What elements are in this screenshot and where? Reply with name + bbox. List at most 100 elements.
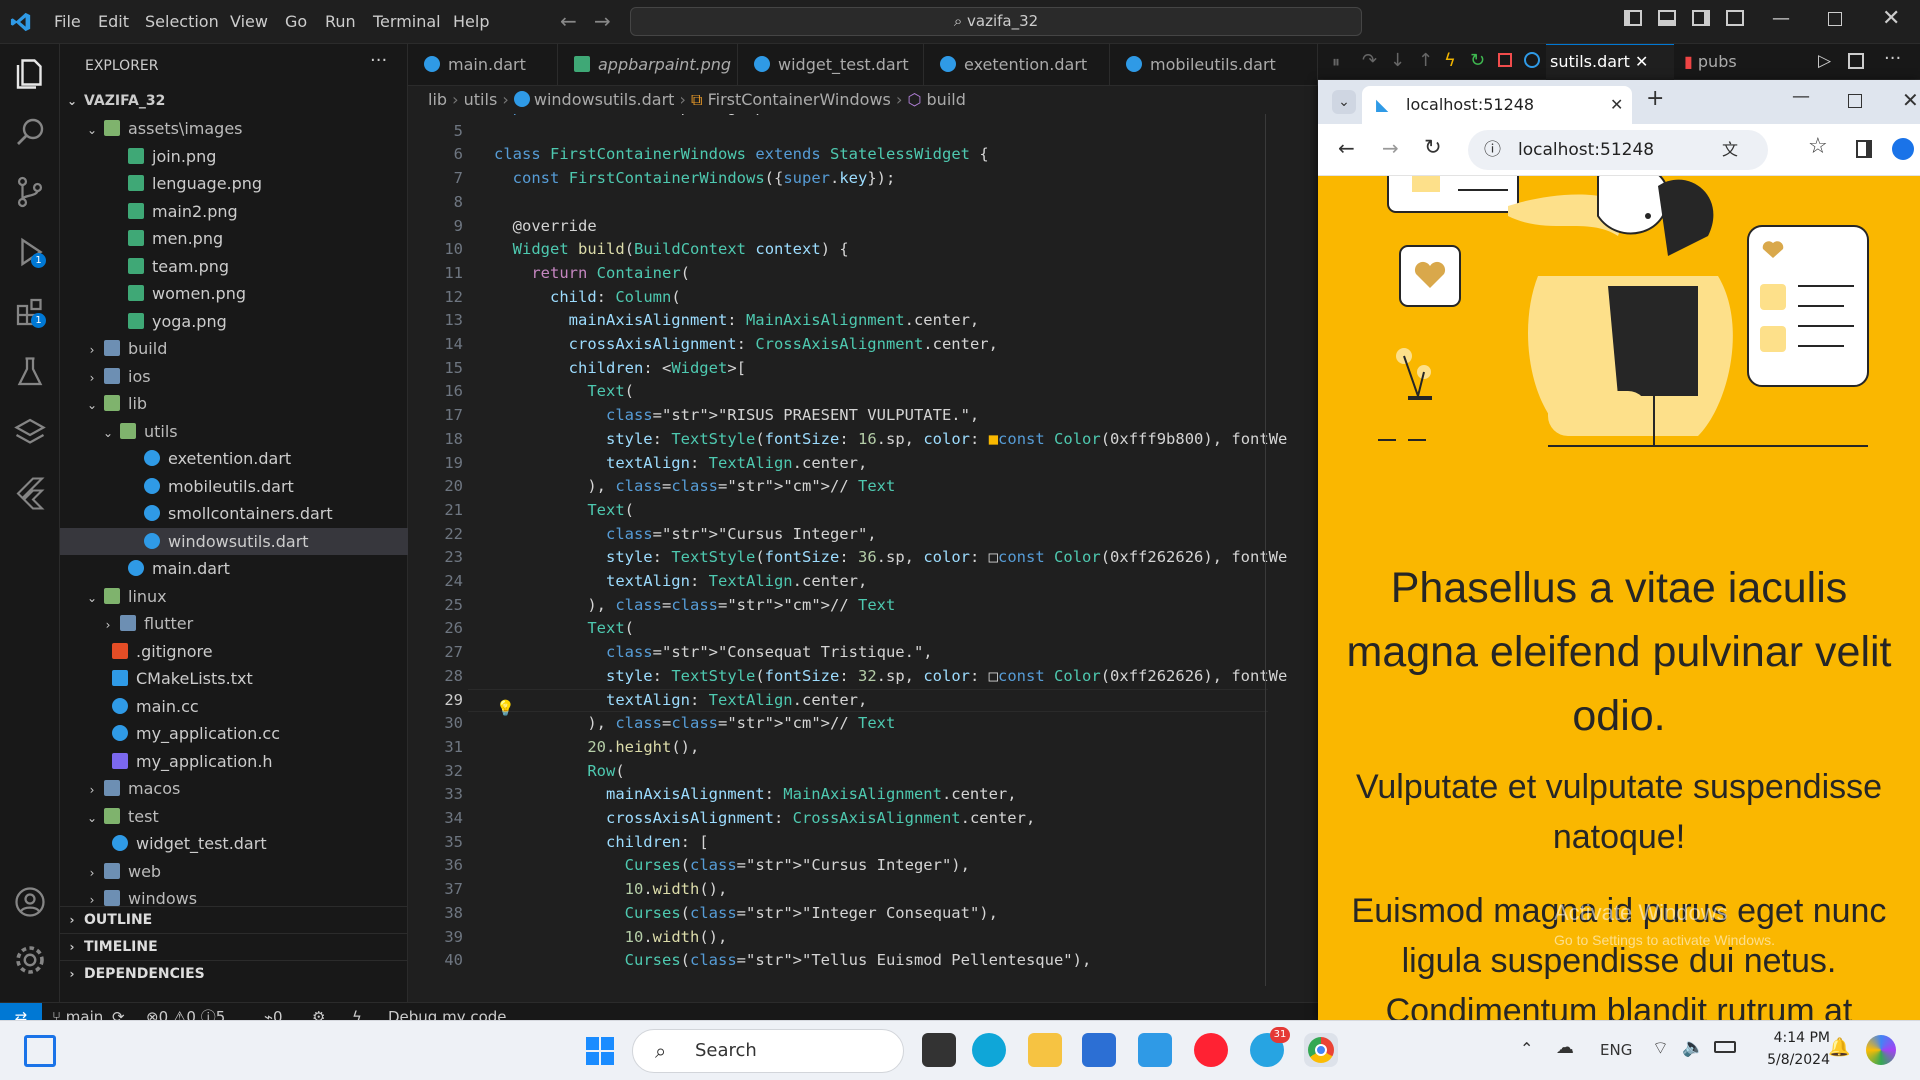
devtools-icon[interactable] — [1524, 52, 1540, 68]
widgets-icon[interactable] — [24, 1035, 56, 1067]
customize-layout-icon[interactable] — [1726, 10, 1744, 26]
code-line[interactable]: crossAxisAlignment: CrossAxisAlignment.c… — [494, 333, 998, 357]
tab-search-icon[interactable]: ⌄ — [1332, 90, 1356, 114]
breadcrumb-class[interactable]: FirstContainerWindows — [708, 90, 891, 109]
bookmark-star-icon[interactable]: ☆ — [1808, 134, 1828, 159]
code-line[interactable]: Text( — [494, 499, 634, 523]
editor-more-icon[interactable]: ··· — [1884, 48, 1901, 69]
tree-item[interactable]: men.png — [60, 225, 408, 252]
tree-item[interactable]: main.dart — [60, 555, 408, 582]
battery-icon[interactable] — [1714, 1041, 1736, 1053]
tree-item[interactable]: smollcontainers.dart — [60, 500, 408, 527]
tree-item[interactable]: › build — [60, 335, 408, 362]
tree-item[interactable]: windowsutils.dart — [60, 527, 408, 555]
breadcrumb-file[interactable]: windowsutils.dart — [534, 90, 675, 109]
menu-edit[interactable]: Edit — [98, 12, 129, 31]
menu-run[interactable]: Run — [325, 12, 356, 31]
maximize-icon[interactable] — [1848, 94, 1862, 108]
network-activity-icon[interactable]: ☁ — [1556, 1037, 1574, 1058]
tree-item[interactable]: women.png — [60, 280, 408, 307]
translate-icon[interactable]: 文 — [1722, 130, 1738, 170]
back-arrow-icon[interactable]: ← — [560, 9, 577, 33]
code-line[interactable]: style: TextStyle(fontSize: 36.sp, color:… — [494, 546, 1287, 570]
code-line[interactable]: 10.width(), — [494, 926, 728, 950]
stop-icon[interactable] — [1498, 53, 1512, 67]
tree-item[interactable]: ⌄ assets\images — [60, 115, 408, 142]
tree-item[interactable]: lenguage.png — [60, 170, 408, 197]
new-tab-icon[interactable]: + — [1646, 86, 1664, 111]
taskbar-search[interactable]: ⌕ Search — [632, 1029, 904, 1073]
tab-widget-test[interactable]: widget_test.dart — [738, 44, 924, 86]
profile-avatar[interactable] — [1892, 138, 1914, 160]
step-into-icon[interactable]: ↓ — [1390, 50, 1405, 71]
hot-reload-icon[interactable]: ϟ — [1444, 50, 1456, 71]
explorer-icon[interactable] — [12, 56, 48, 92]
tab-exetention[interactable]: exetention.dart — [924, 44, 1110, 86]
code-line[interactable]: class="str">"Cursus Integer", — [494, 523, 877, 547]
tree-item[interactable]: › web — [60, 858, 408, 885]
menu-view[interactable]: View — [230, 12, 268, 31]
tree-item[interactable]: › macos — [60, 775, 408, 802]
maximize-icon[interactable] — [1828, 12, 1842, 26]
code-line[interactable]: Curses(class="str">"Integer Consequat"), — [494, 902, 998, 926]
vscode-taskbar-icon[interactable] — [1138, 1033, 1172, 1067]
tree-item[interactable]: › ios — [60, 363, 408, 390]
code-line[interactable]: ), class=class="str">"cm">// Text — [494, 475, 895, 499]
tree-item[interactable]: › flutter — [60, 610, 408, 637]
code-line[interactable]: ), class=class="str">"cm">// Text — [494, 594, 895, 618]
tree-item[interactable]: main2.png — [60, 198, 408, 225]
search-view-icon[interactable] — [12, 114, 48, 150]
close-window-icon[interactable]: ✕ — [1902, 88, 1919, 112]
code-line[interactable]: Row( — [494, 760, 624, 784]
side-panel-icon[interactable] — [1856, 140, 1872, 158]
tab-appbarpaint[interactable]: appbarpaint.png — [558, 44, 738, 86]
tree-item[interactable]: ⌄ utils — [60, 418, 408, 445]
code-line[interactable]: 10.width(), — [494, 878, 728, 902]
reload-icon[interactable]: ↻ — [1424, 135, 1442, 159]
code-line[interactable]: return Container( — [494, 262, 690, 286]
tree-item[interactable]: ⌄ test — [60, 803, 408, 830]
forward-icon[interactable]: → — [1382, 136, 1399, 160]
restart-icon[interactable]: ↻ — [1470, 50, 1485, 71]
workspace-root[interactable]: ⌄ VAZIFA_32 — [60, 88, 408, 115]
tree-item[interactable]: CMakeLists.txt — [60, 665, 408, 692]
split-editor-icon[interactable] — [1848, 53, 1864, 69]
code-line[interactable]: Curses(class="str">"Tellus Euismod Pelle… — [494, 949, 1092, 973]
minimize-icon[interactable]: — — [1792, 86, 1810, 107]
section-dependencies[interactable]: › DEPENDENCIES — [60, 960, 408, 987]
tab-pubspec[interactable]: ▮ pubs — [1684, 44, 1754, 80]
menu-terminal[interactable]: Terminal — [373, 12, 441, 31]
chrome-icon[interactable] — [1304, 1033, 1338, 1067]
toggle-secondary-sidebar-icon[interactable] — [1692, 10, 1710, 26]
store-icon[interactable] — [1082, 1033, 1116, 1067]
code-line[interactable]: class="str">"Consequat Tristique.", — [494, 641, 933, 665]
task-view-icon[interactable] — [922, 1033, 956, 1067]
code-line[interactable]: ), class=class="str">"cm">// Text — [494, 712, 895, 736]
breadcrumb-method[interactable]: build — [927, 90, 966, 109]
code-line[interactable]: 20.height(), — [494, 736, 699, 760]
tree-item[interactable]: my_application.cc — [60, 720, 408, 747]
menu-go[interactable]: Go — [285, 12, 307, 31]
run-file-icon[interactable]: ▷ — [1818, 51, 1831, 71]
layers-icon[interactable] — [12, 414, 48, 450]
edge-icon[interactable] — [972, 1033, 1006, 1067]
start-icon[interactable] — [584, 1035, 616, 1067]
tree-item[interactable]: widget_test.dart — [60, 830, 408, 857]
menu-help[interactable]: Help — [453, 12, 489, 31]
tree-item[interactable]: exetention.dart — [60, 445, 408, 472]
code-editor[interactable]: 4import class="str">'package:paint/utils… — [408, 114, 1318, 986]
tree-item[interactable]: yoga.png — [60, 308, 408, 335]
more-actions-icon[interactable]: ··· — [370, 50, 387, 71]
tree-item[interactable]: ⌄ lib — [60, 390, 408, 417]
code-line[interactable]: mainAxisAlignment: MainAxisAlignment.cen… — [494, 783, 1017, 807]
tab-mobileutils[interactable]: mobileutils.dart — [1110, 44, 1318, 86]
code-line[interactable]: child: Column( — [494, 286, 681, 310]
breadcrumb-lib[interactable]: lib — [428, 90, 447, 109]
tree-item[interactable]: main.cc — [60, 693, 408, 720]
tree-item[interactable]: team.png — [60, 253, 408, 280]
language-indicator[interactable]: ENG — [1600, 1041, 1632, 1059]
tree-item[interactable]: .gitignore — [60, 638, 408, 665]
flutter-icon[interactable] — [12, 474, 48, 510]
code-line[interactable]: class FirstContainerWindows extends Stat… — [494, 143, 989, 167]
code-line[interactable]: const FirstContainerWindows({super.key})… — [494, 167, 896, 191]
